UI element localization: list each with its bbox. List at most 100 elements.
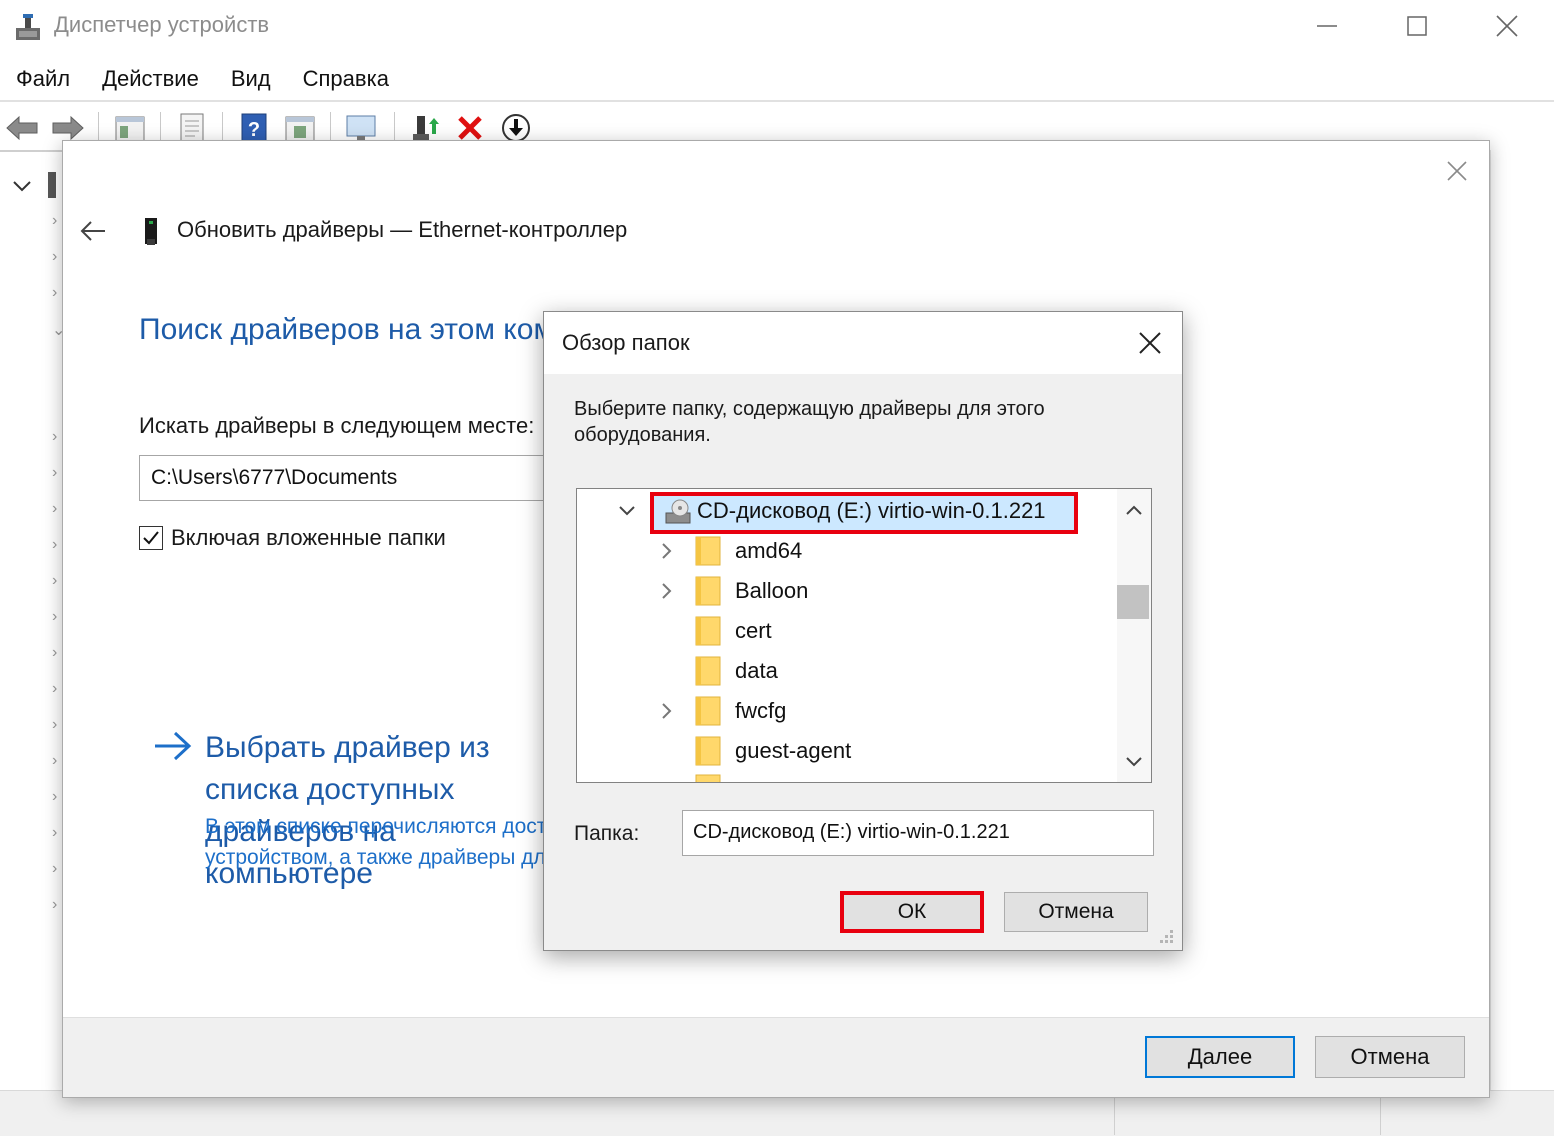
chevron-down-icon[interactable] [10,176,34,196]
chevron-down-icon[interactable] [617,501,637,521]
include-subfolders-label: Включая вложенные папки [171,525,446,550]
status-separator [1380,1095,1381,1135]
wizard-footer: Далее Отмена [63,1017,1489,1097]
folder-tree[interactable]: CD-дисковод (E:) virtio-win-0.1.221 amd6… [576,488,1152,783]
tree-expander[interactable]: › [52,572,57,590]
folder-label: amd64 [735,538,803,563]
chevron-right-icon[interactable] [657,581,677,601]
tree-expander[interactable]: › [52,464,57,482]
tree-expander[interactable]: › [52,248,57,266]
tree-row-folder[interactable]: data [577,651,1117,691]
arrow-right-icon [155,731,192,761]
tree-row-folder[interactable]: Balloon [577,571,1117,611]
maximize-button[interactable] [1372,4,1462,48]
menu-bar: Файл Действие Вид Справка [0,58,405,100]
forward-arrow-icon [52,115,84,141]
browse-folder-dialog: Обзор папок Выберите папку, содержащую д… [543,311,1183,951]
close-button[interactable] [1462,4,1552,48]
pick-driver-description: В этом списке перечисляются доступные др… [205,811,545,873]
tree-row-folder[interactable]: amd64 [577,531,1117,571]
minimize-button[interactable] [1282,4,1372,48]
next-button[interactable]: Далее [1145,1036,1295,1078]
tree-scrollbar[interactable] [1490,150,1554,1090]
close-icon [1447,161,1467,181]
drive-label: CD-дисковод (E:) virtio-win-0.1.221 [697,498,1046,523]
folder-label: guest-agent [735,738,852,763]
include-subfolders-checkbox[interactable] [139,526,163,550]
folder-input[interactable]: CD-дисковод (E:) virtio-win-0.1.221 [682,810,1154,856]
menu-view[interactable]: Вид [215,58,287,100]
folder-icon [695,736,721,766]
pick-desc-line: В этом списке перечисляются доступные др… [205,815,545,838]
maximize-icon [1407,16,1427,36]
tree-row-folder[interactable]: guest-agent [577,731,1117,771]
tree-row-folder[interactable]: cert [577,611,1117,651]
folder-label: data [735,658,778,683]
status-separator [1114,1095,1115,1135]
tree-expander[interactable]: › [52,284,57,302]
folder-icon [695,536,721,566]
ok-button[interactable]: ОК [840,891,984,933]
folder-label: cert [735,618,772,643]
tree-expander[interactable]: › [52,824,57,842]
wizard-back-button[interactable] [75,215,111,247]
folder-label: fwcfg [735,698,787,723]
wizard-close-button[interactable] [1435,153,1479,189]
folder-field-label: Папка: [574,822,640,845]
tree-expander[interactable]: › [52,212,57,230]
tree-expander[interactable]: › [52,752,57,770]
tree-expander[interactable]: › [52,860,57,878]
tree-expander[interactable]: › [52,500,57,518]
menu-action[interactable]: Действие [86,58,215,100]
checkmark-icon [143,531,159,545]
dialog-title: Обзор папок [562,330,690,355]
back-arrow-icon [80,221,105,241]
tree-expander[interactable]: › [52,536,57,554]
tree-expander[interactable]: › [52,680,57,698]
network-adapter-icon [145,218,157,245]
tree-scrollbar[interactable] [1117,489,1151,782]
folder-icon [695,576,721,606]
chevron-up-icon [1126,505,1142,515]
menu-file[interactable]: Файл [0,58,86,100]
menu-help[interactable]: Справка [287,58,405,100]
tree-expander[interactable]: › [52,644,57,662]
search-location-label: Искать драйверы в следующем месте: [139,413,535,438]
tree-expander[interactable]: › [52,716,57,734]
back-arrow-icon [6,115,38,141]
window-title: Диспетчер устройств [54,12,270,37]
tree-expander[interactable]: › [52,896,57,914]
close-icon [1496,15,1518,37]
view-icon [285,116,315,142]
wizard-heading: Поиск драйверов на этом компьютере [139,313,559,346]
scroll-up-button[interactable] [1117,495,1151,525]
cancel-button[interactable]: Отмена [1004,892,1148,932]
scroll-thumb[interactable] [1117,585,1149,619]
folder-icon [695,774,721,782]
tree-expander[interactable]: › [52,428,57,446]
tree-row-drive[interactable]: CD-дисковод (E:) virtio-win-0.1.221 [577,491,1117,534]
chevron-right-icon[interactable] [657,701,677,721]
close-icon [1139,332,1161,354]
folder-icon [695,696,721,726]
scroll-down-button[interactable] [1117,747,1151,777]
folder-icon [695,616,721,646]
include-subfolders-option[interactable]: Включая вложенные папки [139,525,446,551]
tree-expander[interactable]: › [52,608,57,626]
search-path-input[interactable]: C:\Users\6777\Documents [139,455,599,501]
folder-label: Balloon [735,578,809,603]
back-button[interactable] [4,110,40,146]
chevron-right-icon[interactable] [657,541,677,561]
wizard-title: Обновить драйверы — Ethernet-контроллер [177,217,628,242]
title-bar: Диспетчер устройств [0,0,1554,54]
tree-expander[interactable]: › [52,788,57,806]
svg-text:?: ? [248,119,260,141]
tree-row-folder[interactable]: fwcfg [577,691,1117,731]
dialog-close-button[interactable] [1130,324,1170,362]
resize-grip-icon[interactable] [1156,926,1176,946]
cd-drive-icon [665,499,691,524]
pick-desc-line: устройством, а также драйверы для устрой… [205,846,545,869]
folder-icon [695,656,721,686]
dialog-title-bar: Обзор папок [544,312,1182,374]
cancel-button[interactable]: Отмена [1315,1036,1465,1078]
